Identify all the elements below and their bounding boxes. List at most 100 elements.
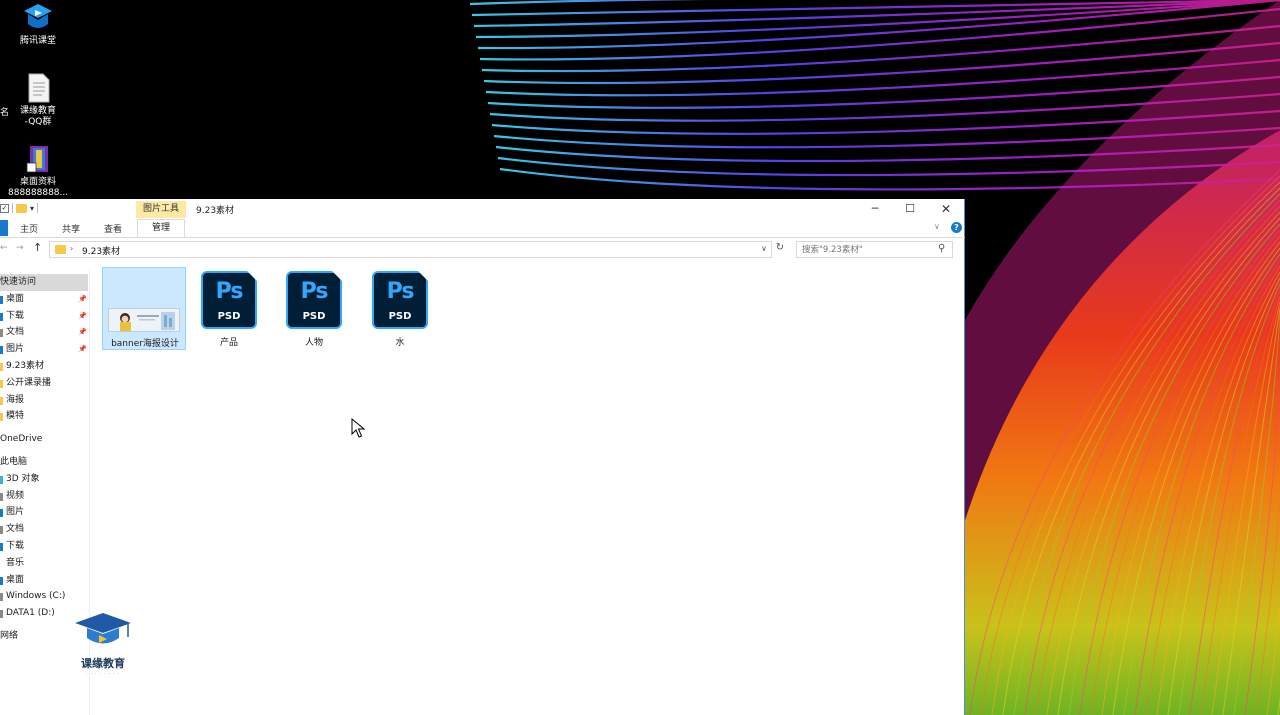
desktop-icon-label-line2: -QQ群 xyxy=(24,117,52,127)
breadcrumb-separator[interactable]: › xyxy=(70,244,73,253)
brand-tagline-decoration: · · · · · · · · xyxy=(85,671,121,676)
sidebar-item[interactable]: 图片 xyxy=(0,504,88,521)
folder-icon xyxy=(0,610,3,619)
forward-arrow-icon[interactable]: → xyxy=(16,243,24,253)
sidebar-item-label: 文档 xyxy=(6,327,25,338)
sidebar-item[interactable]: 3D 对象 xyxy=(0,471,88,488)
sidebar-item[interactable]: 桌面 📌 xyxy=(0,291,88,308)
photoshop-psd-icon: Ps PSD xyxy=(372,271,428,329)
sidebar-item[interactable]: OneDrive xyxy=(0,431,88,448)
qat-separator xyxy=(12,203,13,213)
folder-icon xyxy=(0,346,3,355)
sidebar-item[interactable]: 此电脑 xyxy=(0,454,88,471)
sidebar-item-label: 公开课录播 xyxy=(6,377,52,388)
desktop-icon-desktop-files[interactable]: 桌面资料 888888888... xyxy=(8,143,68,199)
sidebar-item[interactable]: 图片 📌 xyxy=(0,341,88,358)
sidebar-item-label: 网络 xyxy=(0,631,19,641)
folder-icon xyxy=(0,593,3,602)
address-history-dropdown-icon[interactable]: ∨ xyxy=(761,244,767,253)
file-item-banner[interactable]: banner海报设计 xyxy=(102,267,186,350)
search-box[interactable]: ⚲ xyxy=(796,241,953,258)
sidebar-item-label: 下载 xyxy=(6,541,25,551)
brand-name: 课缘教育 xyxy=(81,657,125,670)
file-explorer-window: ✓ ▾ 图片工具 9.23素材 ─ ☐ ✕ 主页 共享 查看 管理 ∨ ? ← … xyxy=(0,199,965,715)
sidebar-item-label: 文档 xyxy=(6,524,25,535)
sidebar-item[interactable]: 音乐 xyxy=(0,555,88,572)
mouse-cursor-icon xyxy=(351,418,365,438)
folder-icon xyxy=(0,396,3,405)
winrar-archive-icon xyxy=(22,143,54,175)
pin-icon[interactable]: 📌 xyxy=(78,291,87,308)
pin-icon[interactable]: 📌 xyxy=(78,308,87,325)
new-folder-icon[interactable] xyxy=(16,203,27,213)
close-button[interactable]: ✕ xyxy=(928,199,964,219)
maximize-button[interactable]: ☐ xyxy=(892,199,928,219)
sidebar-item[interactable]: 下载 📌 xyxy=(0,308,88,325)
expand-ribbon-chevron-icon[interactable]: ∨ xyxy=(934,222,940,231)
sidebar-item[interactable]: 模特 xyxy=(0,408,88,425)
sidebar-item[interactable]: 下载 xyxy=(0,538,88,555)
customize-qat-dropdown-icon[interactable]: ▾ xyxy=(30,204,34,213)
sidebar-item-label: 音乐 xyxy=(6,557,25,568)
sidebar-item-label: 模特 xyxy=(6,411,25,422)
minimize-button[interactable]: ─ xyxy=(857,199,893,219)
sidebar-item-label: 9.23素材 xyxy=(6,361,45,371)
tab-manage[interactable]: 管理 xyxy=(137,219,185,237)
help-icon[interactable]: ? xyxy=(951,222,962,233)
refresh-icon[interactable]: ↻ xyxy=(773,242,787,257)
address-field[interactable]: › 9.23素材 ∨ xyxy=(49,241,772,258)
image-thumbnail xyxy=(108,308,180,332)
pin-icon[interactable]: 📌 xyxy=(78,324,87,341)
sidebar-item-label: DATA1 (D:) xyxy=(6,608,55,619)
quick-access-toolbar: ✓ ▾ xyxy=(0,203,39,213)
qat-separator xyxy=(37,203,39,213)
tab-share[interactable]: 共享 xyxy=(62,222,80,235)
file-item-psd[interactable]: Ps PSD 产品 xyxy=(187,267,271,350)
pin-icon[interactable]: 📌 xyxy=(78,341,87,358)
sidebar-item-label: 图片 xyxy=(6,507,25,518)
sidebar-item[interactable]: 公开课录播 xyxy=(0,375,88,392)
tab-file[interactable] xyxy=(0,220,8,236)
folder-icon xyxy=(55,245,66,254)
desktop-icon-label-line2: 888888888... xyxy=(8,188,69,198)
desktop-icon-tencent-classroom[interactable]: 腾讯课堂 xyxy=(8,2,68,47)
folder-icon xyxy=(0,509,3,518)
sidebar-item[interactable]: 视频 xyxy=(0,488,88,505)
sidebar-item[interactable]: Windows (C:) xyxy=(0,588,88,605)
sidebar-item[interactable]: 文档 xyxy=(0,521,88,538)
folder-icon xyxy=(0,295,3,304)
folder-icon xyxy=(0,475,3,484)
file-name: 人物 xyxy=(304,338,323,348)
desktop-icon-label: 腾讯课堂 xyxy=(19,36,56,46)
file-item-psd[interactable]: Ps PSD 水 xyxy=(358,267,442,350)
tab-view[interactable]: 查看 xyxy=(104,222,122,235)
file-item-psd[interactable]: Ps PSD 人物 xyxy=(272,267,356,350)
sidebar-item[interactable]: 海报 xyxy=(0,392,88,409)
brand-watermark: 课缘教育 · · · · · · · · xyxy=(73,611,133,676)
sidebar-item-label: Windows (C:) xyxy=(6,591,66,602)
window-title: 9.23素材 xyxy=(196,206,235,216)
desktop-edge-text: 名 xyxy=(0,108,10,118)
back-arrow-icon[interactable]: ← xyxy=(0,243,8,253)
photoshop-psd-icon: Ps PSD xyxy=(286,271,342,329)
folder-icon xyxy=(0,526,3,535)
tab-home[interactable]: 主页 xyxy=(20,222,38,235)
sidebar-item-label: OneDrive xyxy=(0,434,43,445)
folder-icon xyxy=(0,492,3,501)
sidebar-item[interactable]: 桌面 xyxy=(0,572,88,589)
desktop-icon-qq-group-doc[interactable]: 课缘教育 -QQ群 xyxy=(8,72,68,128)
sidebar-item[interactable]: 快速访问 xyxy=(0,274,88,291)
breadcrumb-current-folder[interactable]: 9.23素材 xyxy=(82,244,120,257)
up-arrow-icon[interactable]: ↑ xyxy=(33,241,42,254)
folder-icon xyxy=(0,379,3,388)
sidebar-item-label: 桌面 xyxy=(6,574,25,585)
sidebar-item-label: 海报 xyxy=(6,394,25,405)
folder-icon xyxy=(0,413,3,422)
properties-check-icon[interactable]: ✓ xyxy=(0,203,9,213)
search-input[interactable] xyxy=(802,243,932,256)
sidebar-item-label: 桌面 xyxy=(6,293,25,304)
sidebar-item[interactable]: 文档 📌 xyxy=(0,324,88,341)
sidebar-item[interactable]: 9.23素材 xyxy=(0,358,88,375)
search-icon[interactable]: ⚲ xyxy=(938,243,945,254)
sidebar-item-label: 视频 xyxy=(6,490,25,501)
